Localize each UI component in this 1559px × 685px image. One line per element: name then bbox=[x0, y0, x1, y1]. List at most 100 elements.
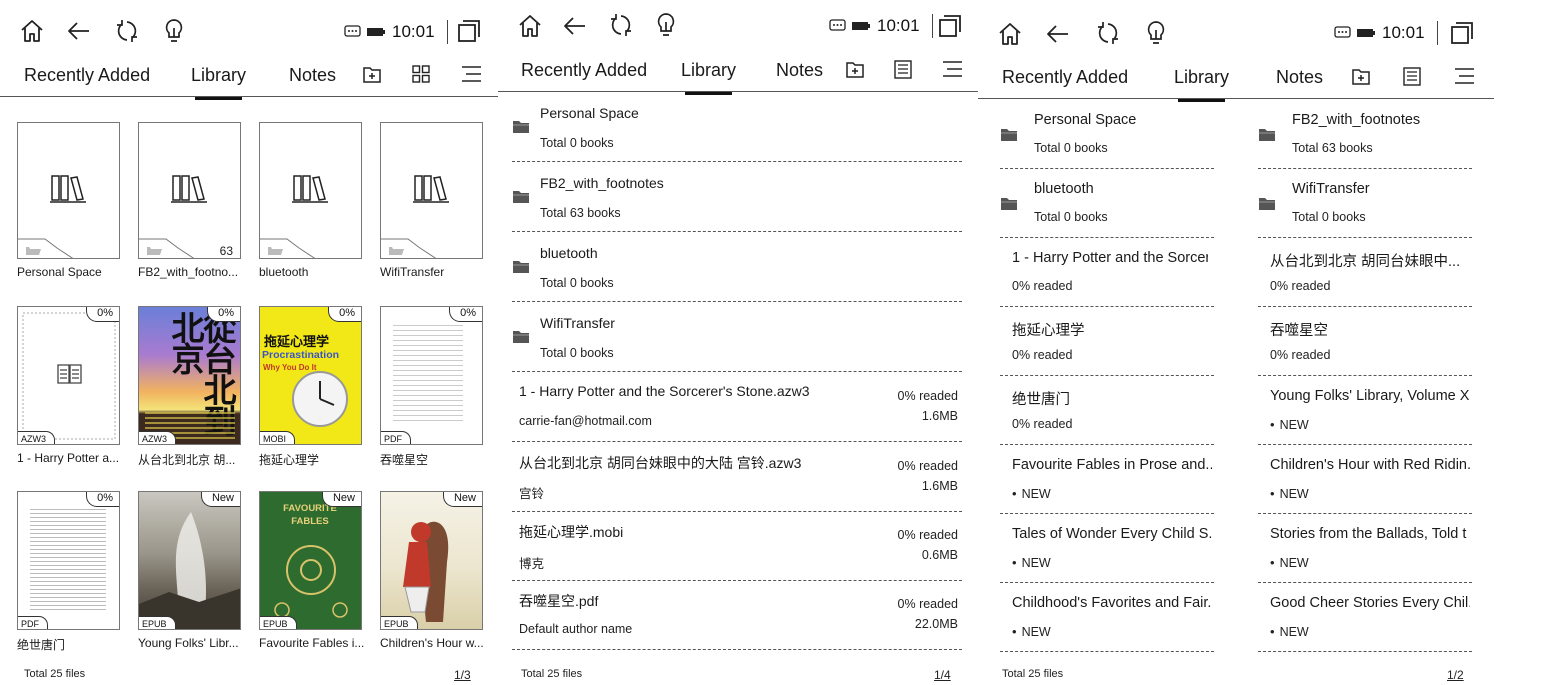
import-icon[interactable] bbox=[845, 60, 865, 80]
list-view-icon[interactable] bbox=[894, 60, 912, 79]
book-cover: 0% PDF bbox=[17, 491, 120, 630]
folder-icon bbox=[1258, 195, 1276, 211]
book-filename: 1 - Harry Potter and the Sorcerer's Ston… bbox=[519, 383, 810, 399]
grid-view-icon[interactable] bbox=[412, 65, 430, 83]
list-book-row[interactable]: 从台北到北京 胡同台妹眼中的大陆 宫铃.azw3 宫铃 0% readed 1.… bbox=[512, 442, 962, 512]
home-icon[interactable] bbox=[517, 13, 543, 39]
column-book-row[interactable]: 从台北到北京 胡同台妹眼中... 0% readed bbox=[1258, 238, 1472, 307]
book-title: Childhood's Favorites and Fair. bbox=[1012, 595, 1212, 611]
list-book-row[interactable]: 吞噬星空.pdf Default author name 0% readed 2… bbox=[512, 580, 962, 650]
column-book-row[interactable]: Good Cheer Stories Every Chil. NEW bbox=[1258, 583, 1472, 652]
column-book-row[interactable]: 绝世唐门 0% readed bbox=[1000, 376, 1214, 445]
book-author: 博克 bbox=[519, 557, 545, 571]
book-title: 拖延心理学 bbox=[1012, 323, 1085, 339]
page-indicator[interactable]: 1/3 bbox=[454, 668, 471, 682]
menu-icon[interactable] bbox=[461, 65, 482, 83]
tab-library[interactable]: Library bbox=[681, 60, 736, 95]
grid-book-item[interactable]: 0% AZW3 1 - Harry Potter a... bbox=[17, 306, 121, 465]
list-view-icon[interactable] bbox=[1403, 67, 1421, 86]
column-folder-row[interactable]: bluetooth Total 0 books bbox=[1000, 169, 1214, 238]
tab-notes[interactable]: Notes bbox=[1276, 67, 1323, 88]
window-icon[interactable] bbox=[457, 19, 481, 43]
folder-count: 63 bbox=[219, 244, 233, 258]
grid-book-item[interactable]: 0% PDF 绝世唐门 bbox=[17, 491, 121, 653]
tab-recently-added[interactable]: Recently Added bbox=[1002, 67, 1128, 88]
column-folder-row[interactable]: FB2_with_footnotes Total 63 books bbox=[1258, 100, 1472, 169]
list-folder-row[interactable]: FB2_with_footnotes Total 63 books bbox=[512, 162, 962, 232]
column-book-row[interactable]: Childhood's Favorites and Fair. NEW bbox=[1000, 583, 1214, 652]
book-label: Young Folks' Libr... bbox=[138, 636, 239, 650]
page-indicator[interactable]: 1/2 bbox=[1447, 668, 1464, 682]
tab-recently-added[interactable]: Recently Added bbox=[24, 65, 150, 86]
column-book-row[interactable]: 吞噬星空 0% readed bbox=[1258, 307, 1472, 376]
format-badge: PDF bbox=[381, 431, 411, 444]
status-bar: 10:01 bbox=[829, 14, 933, 38]
book-size: 1.6MB bbox=[921, 409, 958, 423]
back-icon[interactable] bbox=[1045, 21, 1071, 47]
menu-icon[interactable] bbox=[942, 60, 963, 78]
page-indicator[interactable]: 1/4 bbox=[934, 668, 951, 682]
lightbulb-icon[interactable] bbox=[1144, 19, 1168, 47]
list-book-row[interactable]: 拖延心理学.mobi 博克 0% readed 0.6MB bbox=[512, 511, 962, 581]
tab-recently-added[interactable]: Recently Added bbox=[521, 60, 647, 81]
red-riding-hood-illustration bbox=[403, 521, 449, 622]
import-icon[interactable] bbox=[1351, 67, 1371, 87]
grid-book-item[interactable]: 拖延心理学 Procrastination Why You Do It 0% M… bbox=[259, 306, 363, 468]
home-icon[interactable] bbox=[997, 21, 1023, 47]
book-size: 0.6MB bbox=[921, 548, 958, 562]
column-folder-row[interactable]: Personal Space Total 0 books bbox=[1000, 100, 1214, 169]
refresh-icon[interactable] bbox=[608, 12, 634, 38]
grid-book-item[interactable]: New EPUB Children's Hour w... bbox=[380, 491, 484, 650]
window-icon[interactable] bbox=[938, 14, 962, 38]
progress-badge: 0% bbox=[86, 307, 119, 322]
list-book-row[interactable]: 1 - Harry Potter and the Sorcerer's Ston… bbox=[512, 372, 962, 442]
list-folder-row[interactable]: bluetooth Total 0 books bbox=[512, 232, 962, 302]
list-folder-row[interactable]: WifiTransfer Total 0 books bbox=[512, 302, 962, 372]
refresh-icon[interactable] bbox=[1095, 20, 1121, 46]
grid-book-item[interactable]: 0% PDF 吞噬星空 bbox=[380, 306, 484, 468]
column-book-row[interactable]: Favourite Fables in Prose and.. NEW bbox=[1000, 445, 1214, 514]
tab-library[interactable]: Library bbox=[191, 65, 246, 100]
book-size: 1.6MB bbox=[921, 479, 958, 493]
new-badge: NEW bbox=[1270, 555, 1309, 570]
tab-notes[interactable]: Notes bbox=[776, 60, 823, 81]
column-book-row[interactable]: Children's Hour with Red Ridin. NEW bbox=[1258, 445, 1472, 514]
window-icon[interactable] bbox=[1450, 21, 1474, 45]
book-progress: 0% readed bbox=[897, 528, 958, 542]
grid-folder-item[interactable]: Personal Space bbox=[17, 122, 121, 279]
format-badge: PDF bbox=[18, 616, 48, 629]
book-title: Young Folks' Library, Volume X bbox=[1270, 388, 1470, 404]
grid-book-item[interactable]: FAVOURITE FABLES New EPUB Favourite Fabl… bbox=[259, 491, 364, 650]
home-icon[interactable] bbox=[19, 18, 45, 44]
list-view-screen: 10:01 Recently Added Library Notes Perso… bbox=[498, 0, 978, 685]
folder-label: WifiTransfer bbox=[380, 265, 445, 279]
column-book-row[interactable]: 拖延心理学 0% readed bbox=[1000, 307, 1214, 376]
grid-folder-item[interactable]: bluetooth bbox=[259, 122, 363, 279]
import-icon[interactable] bbox=[362, 65, 382, 85]
header-divider bbox=[978, 98, 1494, 99]
back-icon[interactable] bbox=[66, 18, 92, 44]
column-book-row[interactable]: Tales of Wonder Every Child S. NEW bbox=[1000, 514, 1214, 583]
column-folder-row[interactable]: WifiTransfer Total 0 books bbox=[1258, 169, 1472, 238]
folder-name: WifiTransfer bbox=[540, 315, 615, 331]
back-icon[interactable] bbox=[562, 13, 588, 39]
book-label: Favourite Fables i... bbox=[259, 636, 365, 650]
lightbulb-icon[interactable] bbox=[654, 11, 678, 39]
column-book-row[interactable]: 1 - Harry Potter and the Sorcerer's 0% r… bbox=[1000, 238, 1214, 307]
tab-notes[interactable]: Notes bbox=[289, 65, 336, 86]
lightbulb-icon[interactable] bbox=[162, 17, 186, 45]
tab-library[interactable]: Library bbox=[1174, 67, 1229, 102]
menu-icon[interactable] bbox=[1454, 67, 1475, 85]
column-book-row[interactable]: Young Folks' Library, Volume X NEW bbox=[1258, 376, 1472, 445]
grid-book-item[interactable]: New EPUB Young Folks' Libr... bbox=[138, 491, 242, 650]
folder-icon bbox=[1258, 126, 1276, 142]
grid-folder-item[interactable]: 63 FB2_with_footno... bbox=[138, 122, 242, 279]
grid-folder-item[interactable]: WifiTransfer bbox=[380, 122, 484, 279]
list-folder-row[interactable]: Personal Space Total 0 books bbox=[512, 92, 962, 162]
refresh-icon[interactable] bbox=[114, 18, 140, 44]
book-title: Stories from the Ballads, Told t bbox=[1270, 526, 1467, 542]
grid-book-item[interactable]: 從台北到北京 0% AZW3 从台北到北京 胡... bbox=[138, 306, 242, 468]
divider bbox=[446, 20, 448, 44]
folder-total: Total 0 books bbox=[540, 136, 614, 150]
column-book-row[interactable]: Stories from the Ballads, Told t NEW bbox=[1258, 514, 1472, 583]
